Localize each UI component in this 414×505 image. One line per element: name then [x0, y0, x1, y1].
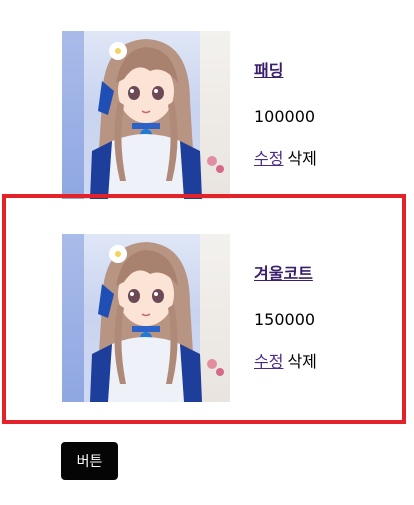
delete-button[interactable]: 삭제 — [287, 149, 316, 168]
product-actions: 수정 삭제 — [254, 352, 317, 372]
edit-link[interactable]: 수정 — [254, 352, 283, 371]
product-price: 150000 — [254, 310, 316, 329]
product-image — [62, 234, 230, 402]
product-image — [62, 31, 230, 199]
edit-link[interactable]: 수정 — [254, 149, 283, 168]
product-name-link[interactable]: 겨울코트 — [254, 264, 317, 310]
product-name-link[interactable]: 패딩 — [254, 61, 317, 107]
product-item: 겨울코트 150000 수정 삭제 — [62, 234, 402, 402]
main-button[interactable]: 버튼 — [61, 442, 118, 480]
product-item: 패딩 100000 수정 삭제 — [62, 31, 402, 199]
product-price: 100000 — [254, 107, 316, 126]
product-actions: 수정 삭제 — [254, 149, 317, 169]
delete-button[interactable]: 삭제 — [287, 352, 316, 371]
